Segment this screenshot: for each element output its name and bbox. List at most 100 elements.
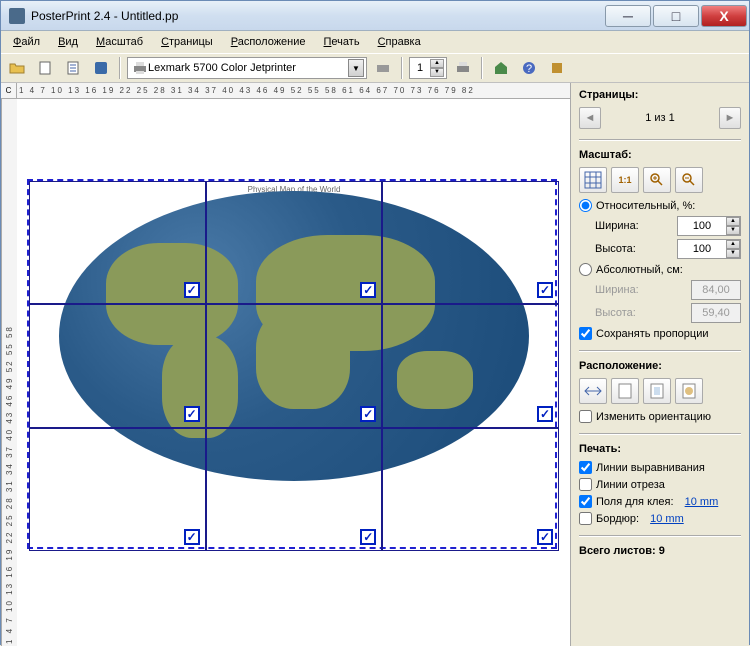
poster-cell-checkbox[interactable]: ✓ (360, 529, 376, 545)
app-icon (9, 8, 25, 24)
height-label: Высота: (595, 243, 651, 255)
abs-width-field (691, 280, 741, 300)
poster-cell-checkbox[interactable]: ✓ (184, 529, 200, 545)
toolbar: Lexmark 5700 Color Jetprinter ▼ ▲▼ ? (1, 53, 749, 83)
align-lines-checkbox[interactable] (579, 461, 592, 474)
layout-btn-3[interactable] (643, 378, 671, 404)
rotate-label: Изменить ориентацию (596, 411, 711, 423)
poster-cell[interactable] (206, 428, 383, 551)
doc2-button[interactable] (61, 56, 85, 80)
menu-file[interactable]: Файл (5, 34, 48, 50)
poster-grid[interactable]: Physical Map of the World ✓✓✓✓✓✓✓✓✓ (27, 179, 557, 549)
copies-stepper[interactable]: ▲▼ (409, 57, 447, 79)
layout-header: Расположение: (579, 360, 741, 372)
glue-label: Поля для клея: (596, 496, 674, 508)
grid-tool-button[interactable] (579, 167, 607, 193)
abs-height-label: Высота: (595, 307, 651, 319)
printer-icon (132, 60, 148, 76)
border-link[interactable]: 10 mm (650, 513, 684, 525)
align-lines-label: Линии выравнивания (596, 462, 705, 474)
zoom-in-button[interactable] (643, 167, 671, 193)
glue-link[interactable]: 10 mm (685, 496, 719, 508)
printer-name: Lexmark 5700 Color Jetprinter (148, 62, 348, 74)
cut-lines-checkbox[interactable] (579, 478, 592, 491)
open-button[interactable] (5, 56, 29, 80)
printer-dropdown-icon[interactable]: ▼ (348, 59, 364, 77)
glue-checkbox[interactable] (579, 495, 592, 508)
ruler-vertical: 1 4 7 10 13 16 19 22 25 28 31 34 37 40 4… (1, 99, 17, 646)
border-label: Бордюр: (596, 513, 639, 525)
height-stepper[interactable]: ▲▼ (677, 239, 741, 259)
poster-cell-checkbox[interactable]: ✓ (537, 529, 553, 545)
relative-label: Относительный, %: (596, 200, 695, 212)
menu-print[interactable]: Печать (316, 34, 368, 50)
canvas-area: C 1 4 7 10 13 16 19 22 25 28 31 34 37 40… (1, 83, 571, 646)
width-stepper[interactable]: ▲▼ (677, 216, 741, 236)
relative-radio[interactable] (579, 199, 592, 212)
abs-height-field (691, 303, 741, 323)
menu-pages[interactable]: Страницы (153, 34, 221, 50)
printer-settings-button[interactable] (371, 56, 395, 80)
doc3-button[interactable] (89, 56, 113, 80)
home-button[interactable] (489, 56, 513, 80)
page-prev-button[interactable]: ◄ (579, 107, 601, 129)
zoom-out-button[interactable] (675, 167, 703, 193)
layout-btn-4[interactable] (675, 378, 703, 404)
layout-btn-1[interactable] (579, 378, 607, 404)
copies-up[interactable]: ▲ (430, 59, 444, 68)
copies-input[interactable] (410, 62, 430, 74)
total-value: 9 (659, 545, 665, 557)
svg-text:?: ? (526, 63, 532, 75)
poster-cell-checkbox[interactable]: ✓ (184, 406, 200, 422)
page-next-button[interactable]: ► (719, 107, 741, 129)
scale-header: Масштаб: (579, 149, 741, 161)
poster-cell-checkbox[interactable]: ✓ (360, 282, 376, 298)
poster-cell[interactable] (29, 428, 206, 551)
poster-cell[interactable] (206, 181, 383, 304)
poster-cell-checkbox[interactable]: ✓ (537, 282, 553, 298)
close-button[interactable]: X (701, 5, 747, 27)
menu-help[interactable]: Справка (370, 34, 429, 50)
absolute-label: Абсолютный, см: (596, 264, 683, 276)
keep-proportions-checkbox[interactable] (579, 327, 592, 340)
window-title: PosterPrint 2.4 - Untitled.pp (31, 9, 605, 23)
canvas[interactable]: Physical Map of the World ✓✓✓✓✓✓✓✓✓ (17, 99, 570, 646)
width-label: Ширина: (595, 220, 651, 232)
scale-11-button[interactable]: 1:1 (611, 167, 639, 193)
minimize-button[interactable]: ─ (605, 5, 651, 27)
maximize-button[interactable]: □ (653, 5, 699, 27)
menu-view[interactable]: Вид (50, 34, 86, 50)
poster-cell-checkbox[interactable]: ✓ (184, 282, 200, 298)
poster-cell[interactable] (29, 181, 206, 304)
poster-cell[interactable] (29, 304, 206, 427)
cut-lines-label: Линии отреза (596, 479, 665, 491)
menu-layout[interactable]: Расположение (223, 34, 314, 50)
menu-scale[interactable]: Масштаб (88, 34, 151, 50)
ruler-corner: C (1, 83, 17, 99)
print-header: Печать: (579, 443, 741, 455)
help-button[interactable]: ? (517, 56, 541, 80)
poster-cell[interactable] (382, 428, 559, 551)
pages-header: Страницы: (579, 89, 741, 101)
rotate-checkbox[interactable] (579, 410, 592, 423)
poster-cell-checkbox[interactable]: ✓ (537, 406, 553, 422)
abs-width-label: Ширина: (595, 284, 651, 296)
poster-cell[interactable] (382, 304, 559, 427)
poster-cell-checkbox[interactable]: ✓ (360, 406, 376, 422)
poster-cell[interactable] (382, 181, 559, 304)
titlebar: PosterPrint 2.4 - Untitled.pp ─ □ X (1, 1, 749, 31)
printer-select[interactable]: Lexmark 5700 Color Jetprinter ▼ (127, 57, 367, 79)
info-button[interactable] (545, 56, 569, 80)
layout-btn-2[interactable] (611, 378, 639, 404)
copies-down[interactable]: ▼ (430, 68, 444, 77)
keep-proportions-label: Сохранять пропорции (596, 328, 709, 340)
doc1-button[interactable] (33, 56, 57, 80)
sidebar: Страницы: ◄ 1 из 1 ► Масштаб: 1:1 Относи… (571, 83, 749, 646)
poster-cell[interactable] (206, 304, 383, 427)
ruler-horizontal: 1 4 7 10 13 16 19 22 25 28 31 34 37 40 4… (17, 83, 570, 99)
absolute-radio[interactable] (579, 263, 592, 276)
menubar: ФайлВидМасштабСтраницыРасположениеПечать… (1, 31, 749, 53)
print-button[interactable] (451, 56, 475, 80)
border-checkbox[interactable] (579, 512, 592, 525)
page-indicator: 1 из 1 (645, 112, 675, 124)
